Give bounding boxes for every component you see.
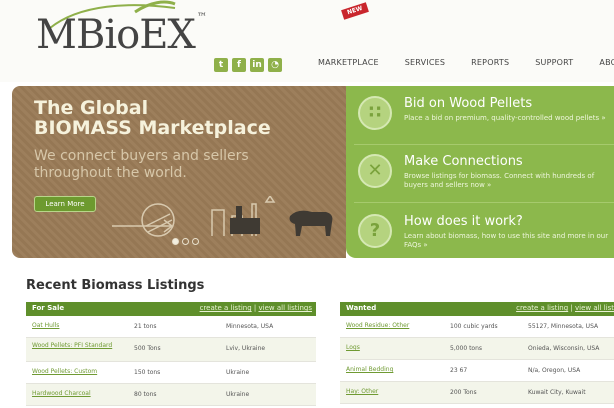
create-listing-link[interactable]: create a listing xyxy=(516,304,568,312)
feature-divider xyxy=(354,144,614,145)
pellets-icon: ∷ xyxy=(358,96,392,130)
listing-name-link[interactable]: Wood Residue: Other xyxy=(346,322,456,330)
hero-subtitle-line2: throughout the world. xyxy=(34,165,187,181)
wanted-table: Wanted create a listing | view all listi… xyxy=(340,302,614,404)
create-listing-link[interactable]: create a listing xyxy=(200,304,252,312)
learn-more-button[interactable]: Learn More xyxy=(34,196,96,212)
table-row: Wood Residue: Other 100 cubic yards 5512… xyxy=(340,316,614,338)
hero-title: The Global BIOMASS Marketplace xyxy=(34,98,271,138)
nav-support[interactable]: SUPPORT xyxy=(535,58,573,67)
table-row: Logs 5,000 tons Onieda, Wisconsin, USA xyxy=(340,338,614,360)
listing-name-link[interactable]: Oat Hulls xyxy=(32,322,122,330)
listing-quantity: 5,000 tons xyxy=(450,345,483,352)
biomass-illustration xyxy=(112,196,333,237)
link-separator: | xyxy=(253,304,257,312)
nav-reports[interactable]: REPORTS xyxy=(471,58,509,67)
for-sale-title: For Sale xyxy=(32,304,65,312)
listing-location: Minnesota, USA xyxy=(226,323,274,330)
feature-bid-wood-pellets[interactable]: ∷ Bid on Wood Pellets Place a bid on pre… xyxy=(354,92,614,142)
table-row: Hay: Other 200 Tons Kuwait City, Kuwait xyxy=(340,382,614,404)
nav-services[interactable]: SERVICES xyxy=(405,58,445,67)
link-separator: | xyxy=(570,304,573,312)
wanted-links: create a listing | view all listi xyxy=(516,304,614,312)
slide-dot-3[interactable] xyxy=(192,238,199,245)
listing-name-link[interactable]: Hardwood Charcoal xyxy=(32,390,122,398)
listing-location: Onieda, Wisconsin, USA xyxy=(528,345,600,352)
for-sale-header: For Sale create a listing | view all lis… xyxy=(26,302,316,316)
feature-divider xyxy=(354,202,614,203)
connections-icon: ✕ xyxy=(358,154,392,188)
site-logo[interactable]: MBioEX ™ xyxy=(36,12,207,58)
question-icon: ? xyxy=(358,214,392,248)
social-links: t f in ◔ xyxy=(214,58,282,72)
listing-location: Kuwait City, Kuwait xyxy=(528,389,586,396)
slide-dot-1[interactable] xyxy=(172,238,179,245)
listing-name-link[interactable]: Wood Pellets: PFI Standard xyxy=(32,342,122,350)
logo-text: MBioEX xyxy=(36,12,196,58)
recent-listings-title: Recent Biomass Listings xyxy=(26,278,205,293)
listing-location: N/a, Oregon, USA xyxy=(528,367,581,374)
hero-title-line2: BIOMASS Marketplace xyxy=(34,117,271,139)
listing-location: 55127, Minnesota, USA xyxy=(528,323,599,330)
listing-name-link[interactable]: Hay: Other xyxy=(346,388,436,396)
slide-pagination xyxy=(172,238,199,245)
wanted-title: Wanted xyxy=(346,304,377,312)
listing-name-link[interactable]: Logs xyxy=(346,344,436,352)
nav-about[interactable]: ABOUT xyxy=(599,58,614,67)
for-sale-links: create a listing | view all listings xyxy=(200,304,312,312)
table-row: Wood Pellets: Custom 150 tons Ukraine xyxy=(26,362,316,384)
listing-location: Ukraine xyxy=(226,391,250,398)
nav-marketplace[interactable]: MARKETPLACE xyxy=(318,58,379,67)
listing-quantity: 150 tons xyxy=(134,369,161,376)
listing-quantity: 21 tons xyxy=(134,323,157,330)
table-row: Hardwood Charcoal 80 tons Ukraine xyxy=(26,384,316,406)
rss-icon[interactable]: ◔ xyxy=(268,58,282,72)
table-row: Animal Bedding 23 67 N/a, Oregon, USA xyxy=(340,360,614,382)
hero-subtitle: We connect buyers and sellers throughout… xyxy=(34,148,249,182)
feature-how-it-works[interactable]: ? How does it work? Learn about biomass,… xyxy=(354,210,614,260)
logo-trademark: ™ xyxy=(196,12,207,23)
feature-make-connections[interactable]: ✕ Make Connections Browse listings for b… xyxy=(354,150,614,200)
table-row: Wood Pellets: PFI Standard 500 Tons Lviv… xyxy=(26,338,316,362)
linkedin-icon[interactable]: in xyxy=(250,58,264,72)
facebook-icon[interactable]: f xyxy=(232,58,246,72)
feature-desc: Learn about biomass, how to use this sit… xyxy=(404,232,609,249)
listing-quantity: 500 Tons xyxy=(134,345,161,352)
table-row: Oat Hulls 21 tons Minnesota, USA xyxy=(26,316,316,338)
feature-title: Bid on Wood Pellets xyxy=(404,96,533,111)
twitter-icon[interactable]: t xyxy=(214,58,228,72)
listing-location: Lviv, Ukraine xyxy=(226,345,266,352)
view-all-listings-link[interactable]: view all listings xyxy=(258,304,312,312)
listing-quantity: 80 tons xyxy=(134,391,157,398)
view-all-listings-link[interactable]: view all listi xyxy=(575,304,614,312)
wanted-header: Wanted create a listing | view all listi xyxy=(340,302,614,316)
listing-location: Ukraine xyxy=(226,369,250,376)
feature-desc: Browse listings for biomass. Connect wit… xyxy=(404,172,595,189)
hero-title-line1: The Global xyxy=(34,97,149,119)
listing-name-link[interactable]: Wood Pellets: Custom xyxy=(32,368,132,376)
site-header: MBioEX ™ t f in ◔ MARKETPLACE SERVICES RE… xyxy=(0,0,614,82)
listing-quantity: 100 cubic yards xyxy=(450,323,498,330)
hero-slide: The Global BIOMASS Marketplace We connec… xyxy=(12,86,346,258)
slide-dot-2[interactable] xyxy=(182,238,189,245)
hero-subtitle-line1: We connect buyers and sellers xyxy=(34,148,249,164)
feature-title: Make Connections xyxy=(404,154,523,169)
listing-quantity: 23 67 xyxy=(450,367,468,374)
main-nav: MARKETPLACE SERVICES REPORTS SUPPORT ABO… xyxy=(318,58,614,67)
listing-quantity: 200 Tons xyxy=(450,389,477,396)
feature-desc: Place a bid on premium, quality-controll… xyxy=(404,114,606,122)
for-sale-table: For Sale create a listing | view all lis… xyxy=(26,302,316,406)
feature-title: How does it work? xyxy=(404,214,523,229)
listing-name-link[interactable]: Animal Bedding xyxy=(346,366,436,374)
